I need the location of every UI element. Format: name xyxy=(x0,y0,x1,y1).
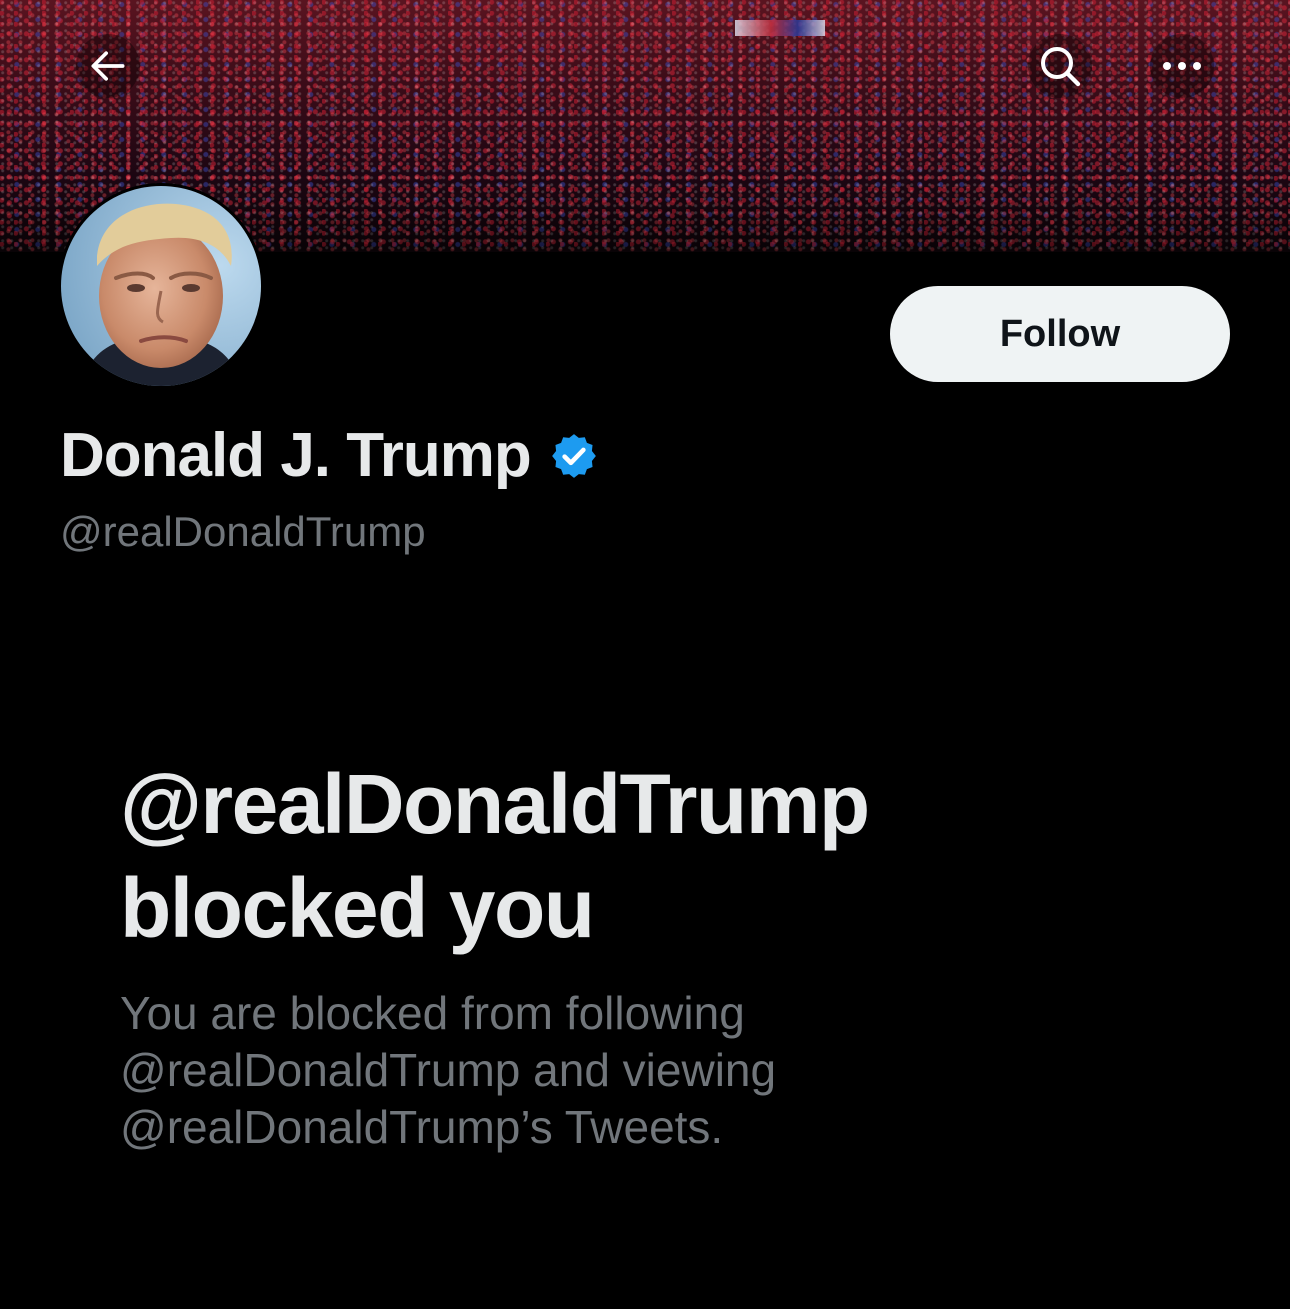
back-button[interactable] xyxy=(76,34,140,98)
verified-badge-icon xyxy=(551,433,596,478)
more-button[interactable] xyxy=(1150,34,1214,98)
search-icon xyxy=(1041,47,1081,87)
profile-handle: @realDonaldTrump xyxy=(60,508,426,555)
profile-avatar[interactable] xyxy=(58,183,264,389)
blocked-description: You are blocked from following @realDona… xyxy=(120,985,1120,1156)
blocked-description-line: @realDonaldTrump’s Tweets. xyxy=(120,1101,724,1153)
banner-stage xyxy=(735,20,825,36)
arrow-left-icon xyxy=(91,51,125,81)
blocked-title-line: blocked you xyxy=(120,861,595,955)
blocked-description-line: @realDonaldTrump and viewing xyxy=(120,1044,777,1096)
blocked-title-line: @realDonaldTrump xyxy=(120,757,870,851)
blocked-title: @realDonaldTrump blocked you xyxy=(120,752,1120,960)
search-button[interactable] xyxy=(1028,34,1092,98)
follow-button[interactable]: Follow xyxy=(890,286,1230,382)
display-name: Donald J. Trump xyxy=(60,421,532,490)
more-horizontal-icon xyxy=(1163,62,1201,70)
avatar-portrait xyxy=(61,186,261,386)
blocked-description-line: You are blocked from following xyxy=(120,987,745,1039)
display-name-row: Donald J. Trump xyxy=(60,420,599,491)
